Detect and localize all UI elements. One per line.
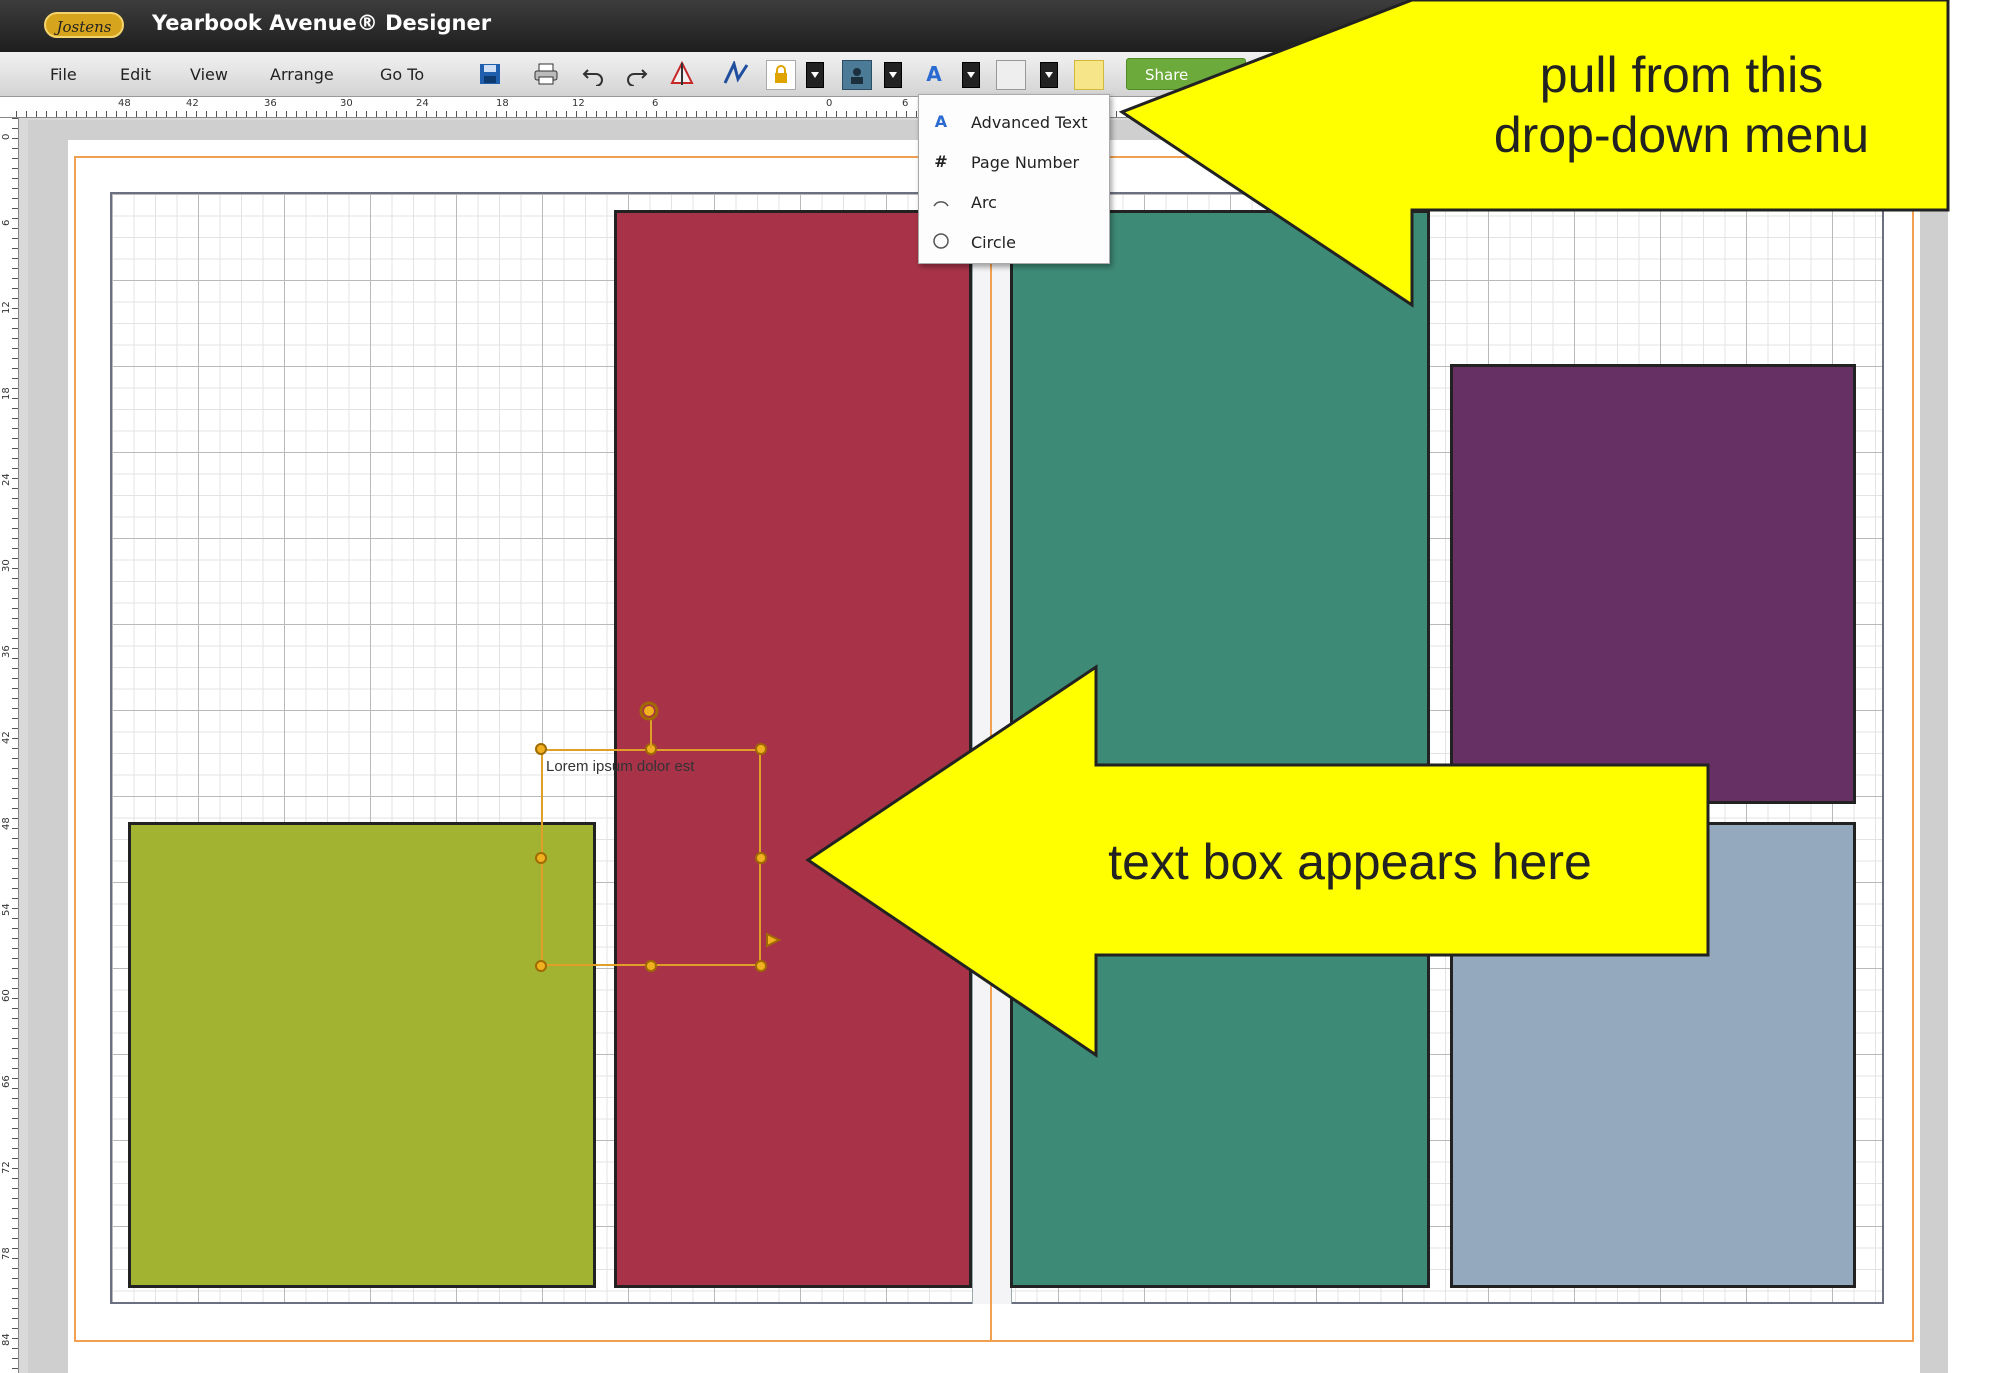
- middle-annotation-text: text box appears here: [1108, 834, 1592, 890]
- top-annotation-text: pull from this drop-down menu: [1493, 47, 1870, 163]
- annotation-arrows: [805, 0, 1950, 1058]
